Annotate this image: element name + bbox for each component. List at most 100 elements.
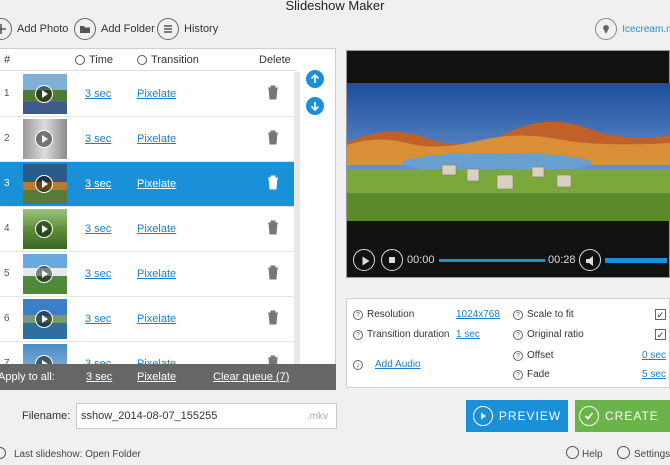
slide-transition-link[interactable]: Pixelate xyxy=(137,133,176,145)
filename-input[interactable]: sshow_2014-08-07_155255 .mkv xyxy=(76,403,337,429)
brand-link[interactable]: Icecream.mo xyxy=(595,18,670,40)
clear-queue-link[interactable]: Clear queue (7) xyxy=(213,371,289,383)
header-time: Time xyxy=(75,54,113,66)
preview-image xyxy=(347,83,670,221)
slide-time-link[interactable]: 3 sec xyxy=(85,268,111,280)
list-icon xyxy=(157,18,179,40)
help-icon[interactable]: ? xyxy=(513,369,523,380)
slide-row[interactable]: 5 3 sec Pixelate xyxy=(0,252,294,297)
settings-panel: ? Resolution 1024x768 ? Transition durat… xyxy=(346,298,670,388)
list-scrollbar[interactable] xyxy=(294,72,300,367)
trash-icon[interactable] xyxy=(267,175,279,190)
mute-button[interactable] xyxy=(579,249,601,271)
transition-duration-link[interactable]: 1 sec xyxy=(456,329,480,340)
slide-transition-link[interactable]: Pixelate xyxy=(137,88,176,100)
add-photo-button[interactable]: Add Photo xyxy=(0,18,68,40)
scale-to-fit-setting: ? Scale to fit xyxy=(513,309,574,320)
slide-number: 6 xyxy=(4,313,10,324)
slide-thumbnail[interactable] xyxy=(23,74,67,114)
slide-thumbnail[interactable] xyxy=(23,209,67,249)
volume-slider[interactable] xyxy=(605,258,667,263)
slide-thumbnail[interactable] xyxy=(23,299,67,339)
move-down-button[interactable] xyxy=(306,97,324,115)
help-icon[interactable]: ? xyxy=(513,309,523,320)
create-button[interactable]: CREATE xyxy=(575,400,670,432)
slide-thumbnail[interactable] xyxy=(23,119,67,159)
play-icon xyxy=(35,220,53,238)
play-icon xyxy=(35,85,53,103)
transition-icon xyxy=(137,54,147,65)
play-icon xyxy=(472,406,493,426)
slide-transition-link[interactable]: Pixelate xyxy=(137,178,176,190)
original-ratio-checkbox[interactable]: ✓ xyxy=(655,329,666,340)
slide-transition-link[interactable]: Pixelate xyxy=(137,268,176,280)
slide-number: 3 xyxy=(4,178,10,189)
slide-transition-link[interactable]: Pixelate xyxy=(137,223,176,235)
checkmark-icon xyxy=(579,406,599,426)
stop-button[interactable] xyxy=(381,249,403,271)
last-slideshow-link[interactable]: Last slideshow: Open Folder xyxy=(14,449,141,460)
offset-setting: ? Offset xyxy=(513,350,554,361)
slide-thumbnail[interactable] xyxy=(23,254,67,294)
gear-icon xyxy=(617,446,630,459)
slide-row[interactable]: 1 3 sec Pixelate xyxy=(0,72,294,117)
slide-row-selected[interactable]: 3 3 sec Pixelate xyxy=(0,162,294,207)
arrow-up-icon xyxy=(310,74,320,83)
add-audio-link[interactable]: Add Audio xyxy=(375,359,421,370)
slide-row[interactable]: 4 3 sec Pixelate xyxy=(0,207,294,252)
trash-icon[interactable] xyxy=(267,310,279,325)
window-title: Slideshow Maker xyxy=(285,0,385,13)
toolbar: Add Photo Add Folder History Icecream.mo xyxy=(0,14,670,46)
scale-to-fit-label: Scale to fit xyxy=(527,309,574,320)
offset-link[interactable]: 0 sec xyxy=(642,350,666,361)
apply-label: Apply to all: xyxy=(0,371,55,383)
trash-icon[interactable] xyxy=(267,85,279,100)
seek-bar[interactable] xyxy=(439,259,545,262)
help-icon[interactable]: ? xyxy=(353,309,363,320)
scale-to-fit-checkbox[interactable]: ✓ xyxy=(655,309,666,320)
create-label: CREATE xyxy=(605,409,659,423)
history-button[interactable]: History xyxy=(157,18,218,40)
help-icon[interactable]: ? xyxy=(353,329,363,340)
fade-link[interactable]: 5 sec xyxy=(642,369,666,380)
add-audio-setting[interactable]: ♪ Add Audio xyxy=(353,359,421,370)
preview-player: 00:00 00:28 xyxy=(346,50,670,278)
trash-icon[interactable] xyxy=(267,220,279,235)
total-time: 00:28 xyxy=(548,254,576,266)
slide-time-link[interactable]: 3 sec xyxy=(85,178,111,190)
slide-time-link[interactable]: 3 sec xyxy=(85,133,111,145)
slide-number: 2 xyxy=(4,133,10,144)
apply-time-link[interactable]: 3 sec xyxy=(86,371,112,383)
play-icon xyxy=(35,310,53,328)
trash-icon[interactable] xyxy=(267,265,279,280)
help-icon[interactable]: ? xyxy=(513,350,523,361)
stop-icon xyxy=(389,257,395,263)
slide-row[interactable]: 6 3 sec Pixelate xyxy=(0,297,294,342)
slide-number: 5 xyxy=(4,268,10,279)
resolution-link[interactable]: 1024x768 xyxy=(456,309,500,320)
slide-transition-link[interactable]: Pixelate xyxy=(137,313,176,325)
slide-time-link[interactable]: 3 sec xyxy=(85,223,111,235)
folder-icon xyxy=(74,18,96,40)
move-up-button[interactable] xyxy=(306,70,324,88)
apply-to-all-bar: Apply to all: 3 sec Pixelate Clear queue… xyxy=(0,364,336,390)
resolution-label: Resolution xyxy=(367,309,415,320)
apply-transition-link[interactable]: Pixelate xyxy=(137,371,176,383)
help-icon[interactable]: ? xyxy=(513,329,523,340)
slide-thumbnail[interactable] xyxy=(23,164,67,204)
slide-row[interactable]: 2 3 sec Pixelate xyxy=(0,117,294,162)
header-transition-label: Transition xyxy=(151,53,199,66)
slides-list-panel: # Time Transition Delete 1 3 sec Pixelat… xyxy=(0,48,336,390)
slide-time-link[interactable]: 3 sec xyxy=(85,88,111,100)
original-ratio-label: Original ratio xyxy=(527,329,584,340)
preview-button[interactable]: PREVIEW xyxy=(466,400,568,432)
brand-label: Icecream.mo xyxy=(622,23,670,35)
trash-icon[interactable] xyxy=(267,130,279,145)
offset-label: Offset xyxy=(527,350,554,361)
slide-time-link[interactable]: 3 sec xyxy=(85,313,111,325)
play-button[interactable] xyxy=(353,249,375,271)
footer: Last slideshow: Open Folder Help Setting… xyxy=(0,445,670,465)
help-link[interactable]: Help xyxy=(582,449,603,460)
add-folder-button[interactable]: Add Folder xyxy=(74,18,155,40)
settings-link[interactable]: Settings xyxy=(634,449,670,460)
